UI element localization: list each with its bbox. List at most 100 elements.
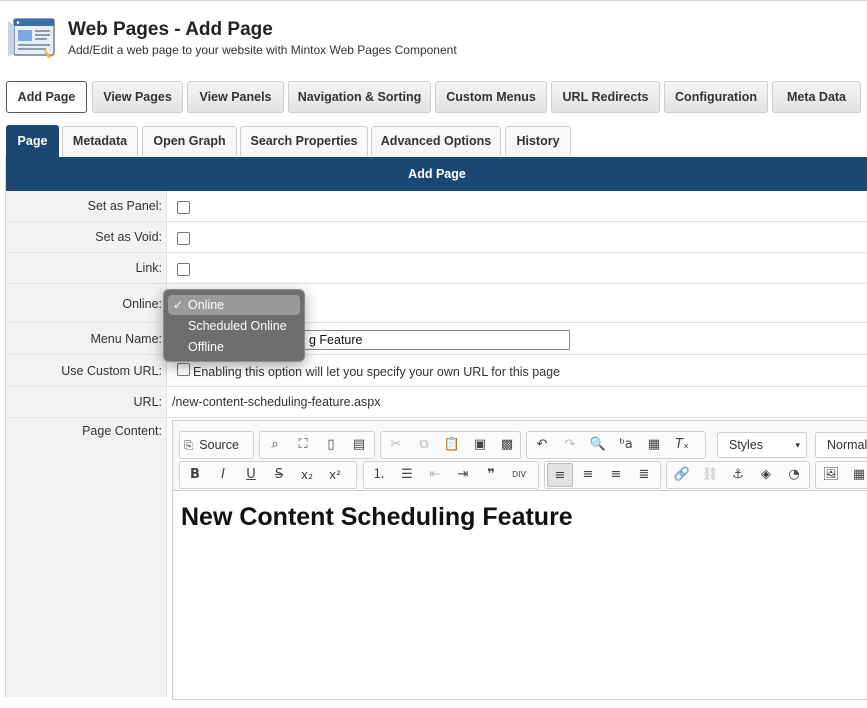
copy-icon[interactable]: ⧉ [411,433,437,457]
row-link: Link: [6,253,867,284]
chevron-down-icon: ▾ [795,440,800,450]
tab-history[interactable]: History [505,126,571,156]
check-icon: ✓ [173,298,184,312]
align-center-icon[interactable]: ≡ [575,463,601,487]
page-tabs: Page Metadata Open Graph Search Properti… [6,125,867,157]
custom-url-checkbox[interactable] [177,363,190,376]
superscript-icon[interactable]: x² [322,463,348,487]
editor-toolbar: ⎘ Source ⌕ ⛶ ▯ ▤ ✂ ⧉ 📋 ▣ ▩ ↶ ↷ 🔍 ᵇa ▦ Tₓ… [173,421,867,491]
custom-url-label: Use Custom URL: [61,364,162,378]
unlink-icon[interactable]: ⛓ [697,463,723,487]
undo-find-group: ↶ ↷ 🔍 ᵇa ▦ Tₓ [526,431,706,459]
format-dropdown[interactable]: Normal [815,432,867,458]
blockquote-icon[interactable]: ❞ [478,463,504,487]
cut-icon[interactable]: ✂ [383,433,409,457]
editor-content-heading[interactable]: New Content Scheduling Feature [181,503,573,532]
online-option-offline[interactable]: Offline [168,337,300,357]
image-icon[interactable]: 🖼 [818,463,844,487]
layers-icon[interactable]: ◈ [753,463,779,487]
paste-word-icon[interactable]: ▩ [494,433,520,457]
align-left-icon[interactable]: ≡ [547,463,573,487]
link-group: 🔗 ⛓ ⚓ ◈ ◔ [666,461,810,489]
select-all-icon[interactable]: ▦ [641,433,667,457]
row-menu-name: Menu Name: g Feature [6,323,867,355]
indent-icon[interactable]: ⇥ [450,463,476,487]
paragraph-group: ⒈ ☰ ⇤ ⇥ ❞ DIV [363,461,539,489]
table-icon[interactable]: ▦ [846,463,867,487]
numbered-list-icon[interactable]: ⒈ [366,463,392,487]
tab-search-properties[interactable]: Search Properties [240,126,368,156]
link-checkbox[interactable] [177,263,190,276]
tab-advanced-options[interactable]: Advanced Options [371,126,501,156]
new-page-icon[interactable]: ▯ [318,433,344,457]
paste-text-icon[interactable]: ▣ [467,433,493,457]
tab-open-graph[interactable]: Open Graph [142,126,237,156]
nav-view-pages-button[interactable]: View Pages [92,81,183,113]
remove-format-icon[interactable]: Tₓ [669,433,695,457]
link-icon[interactable]: 🔗 [669,463,695,487]
align-right-icon[interactable]: ≡ [603,463,629,487]
page-title: Web Pages - Add Page [68,19,273,40]
row-set-as-panel: Set as Panel: [6,191,867,222]
page-content-label: Page Content: [82,424,162,438]
basic-styles-group: B I U S x₂ x² [179,461,357,489]
set-as-panel-label: Set as Panel: [87,199,162,213]
undo-icon[interactable]: ↶ [529,433,555,457]
underline-icon[interactable]: U [238,463,264,487]
insert-group: 🖼 ▦ [815,461,867,489]
panel-heading: Add Page [6,157,867,191]
maximize-icon[interactable]: ⛶ [290,433,316,457]
paste-icon[interactable]: 📋 [439,433,465,457]
nav-url-redirects-button[interactable]: URL Redirects [551,81,660,113]
subscript-icon[interactable]: x₂ [294,463,320,487]
page-subtitle: Add/Edit a web page to your website with… [68,43,457,57]
nav-configuration-button[interactable]: Configuration [664,81,768,113]
nav-add-page-button[interactable]: Add Page [6,81,87,113]
online-status-dropdown[interactable]: ✓ Online Scheduled Online Offline [163,289,305,362]
add-page-panel: Add Page Set as Panel: Set as Void: Link… [5,157,867,700]
row-custom-url: Use Custom URL: Enabling this option wil… [6,355,867,387]
replace-icon[interactable]: ᵇa [613,433,639,457]
online-option-online[interactable]: ✓ Online [168,295,300,315]
menu-name-label: Menu Name: [90,332,162,346]
rss-icon[interactable]: ◔ [781,463,807,487]
url-label: URL: [133,395,162,409]
clipboard-group: ✂ ⧉ 📋 ▣ ▩ [380,431,521,459]
rich-text-editor: ⎘ Source ⌕ ⛶ ▯ ▤ ✂ ⧉ 📋 ▣ ▩ ↶ ↷ 🔍 ᵇa ▦ Tₓ… [172,420,867,700]
document-group: ⌕ ⛶ ▯ ▤ [259,431,375,459]
set-as-panel-checkbox[interactable] [177,201,190,214]
row-url: URL: /new-content-scheduling-feature.asp… [6,387,867,418]
styles-dropdown[interactable]: Styles ▾ [717,432,807,458]
anchor-icon[interactable]: ⚓ [725,463,751,487]
create-div-icon[interactable]: DIV [506,463,532,487]
preview-icon[interactable]: ⌕ [262,433,288,457]
tab-metadata[interactable]: Metadata [62,126,138,156]
templates-icon[interactable]: ▤ [346,433,372,457]
bold-icon[interactable]: B [182,463,208,487]
tab-page[interactable]: Page [6,125,59,157]
source-button[interactable]: ⎘ Source [184,433,239,457]
component-nav: Add Page View Pages View Panels Navigati… [6,81,867,113]
nav-navigation-sorting-button[interactable]: Navigation & Sorting [288,81,431,113]
italic-icon[interactable]: I [210,463,236,487]
bulleted-list-icon[interactable]: ☰ [394,463,420,487]
source-icon: ⎘ [184,439,193,452]
row-set-as-void: Set as Void: [6,222,867,253]
url-value: /new-content-scheduling-feature.aspx [172,395,381,409]
online-label: Online: [122,297,162,311]
nav-view-panels-button[interactable]: View Panels [187,81,284,113]
set-as-void-label: Set as Void: [95,230,162,244]
menu-name-value: g Feature [309,333,363,347]
align-group: ≡ ≡ ≡ ≣ [544,461,661,489]
online-option-scheduled[interactable]: Scheduled Online [168,316,300,336]
nav-meta-data-button[interactable]: Meta Data [772,81,861,113]
strikethrough-icon[interactable]: S [266,463,292,487]
nav-custom-menus-button[interactable]: Custom Menus [435,81,547,113]
set-as-void-checkbox[interactable] [177,232,190,245]
web-page-window-icon [8,18,55,58]
outdent-icon[interactable]: ⇤ [422,463,448,487]
justify-icon[interactable]: ≣ [631,463,657,487]
top-divider [0,0,867,1]
redo-icon[interactable]: ↷ [557,433,583,457]
find-icon[interactable]: 🔍 [585,433,611,457]
